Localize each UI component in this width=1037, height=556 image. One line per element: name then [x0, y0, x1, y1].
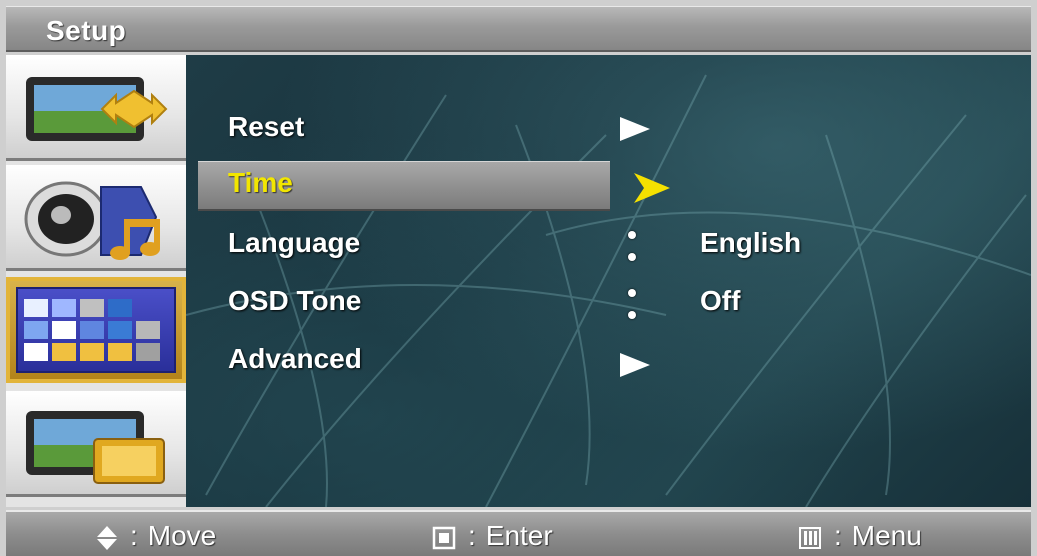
active-tab-panel: [16, 287, 176, 373]
colon-separator: [626, 225, 638, 265]
submenu-arrow-icon: [634, 173, 670, 203]
menu-item-label: Advanced: [228, 343, 362, 374]
menu-item-label: Time: [228, 167, 293, 198]
monitor-move-icon: [26, 77, 168, 141]
menu-item-language[interactable]: Language English: [186, 219, 1031, 269]
page-title: Setup: [46, 15, 127, 46]
menu-item-time[interactable]: Time: [186, 159, 1031, 211]
speaker-music-icon: [24, 181, 160, 260]
hint-separator: :: [834, 520, 842, 551]
menu-item-label: Reset: [228, 111, 305, 142]
sidebar-item-picture[interactable]: [6, 55, 186, 161]
sidebar-item-sound[interactable]: [6, 165, 186, 271]
sidebar-item-input[interactable]: [6, 391, 186, 497]
enter-hint: : Enter: [432, 520, 553, 552]
setup-grid-icon: [24, 299, 160, 361]
up-down-arrows-icon: [97, 525, 117, 550]
menu-hint-label: Menu: [851, 520, 922, 551]
menu-hint: : Menu: [798, 520, 922, 552]
hint-separator: :: [130, 520, 138, 551]
submenu-arrow-icon: [620, 117, 650, 141]
submenu-arrow-icon: [620, 353, 650, 377]
menu-item-advanced[interactable]: Advanced: [186, 335, 1031, 385]
sidebar: [6, 55, 186, 507]
colon-separator: [626, 283, 638, 323]
enter-hint-label: Enter: [485, 520, 553, 551]
hint-separator: :: [468, 520, 476, 551]
menu-item-label: OSD Tone: [228, 285, 362, 316]
monitor-pip-icon: [26, 411, 165, 484]
title-bar: Setup: [6, 6, 1031, 52]
menu-bars-icon: [799, 526, 821, 549]
move-hint-label: Move: [147, 520, 217, 551]
move-hint: : Move: [96, 520, 216, 552]
sidebar-item-setup[interactable]: [6, 277, 186, 383]
language-value: English: [700, 227, 802, 258]
footer-hints: : Move : Enter : Menu: [6, 510, 1031, 556]
menu-item-osd-tone[interactable]: OSD Tone Off: [186, 277, 1031, 327]
osd-menu-window: Setup Reset Time Language English OSD To…: [0, 0, 1037, 556]
menu-item-label: Language: [228, 227, 361, 258]
menu-panel: Reset Time Language English OSD Tone Off…: [186, 55, 1031, 507]
osd-tone-value: Off: [700, 285, 741, 316]
menu-item-reset[interactable]: Reset: [186, 103, 1031, 153]
enter-square-icon: [432, 526, 456, 549]
